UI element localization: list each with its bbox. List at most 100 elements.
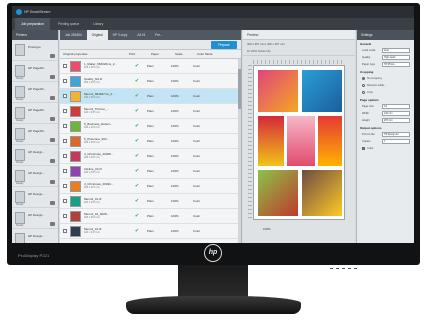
row-file-size: 420 x 297 mm <box>84 216 100 219</box>
table-row[interactable]: 5_Business_Defect... 420 x 297 mm ✔ Plain 10… <box>60 119 241 134</box>
radio-button[interactable] <box>362 84 365 87</box>
print-check-icon[interactable]: ✔ <box>127 228 147 234</box>
monitor-buttons[interactable] <box>330 256 360 274</box>
row-checkbox[interactable] <box>63 154 67 158</box>
settings-field[interactable]: High detail <box>382 55 410 60</box>
zoom-level[interactable]: 100% <box>263 227 271 231</box>
sidebar-item-label: HP PageWi... <box>28 87 46 91</box>
table-row[interactable]: Menu1_10.tif 420 x 297 mm ✔ Plain 100% Color <box>60 224 241 239</box>
table-row[interactable]: Lifeline_04.tif 420 x 297 mm ✔ Plain 100% Col… <box>60 164 241 179</box>
tab-pre[interactable]: Pre... <box>150 30 168 40</box>
settings-field[interactable]: HP Photo... <box>382 62 410 67</box>
radio-button[interactable] <box>362 77 365 80</box>
tab-a4[interactable]: A4 Hi <box>132 30 150 40</box>
sidebar-item-printer[interactable]: HP Design...Ready <box>12 145 58 166</box>
print-check-icon[interactable]: ✔ <box>127 213 147 219</box>
tab-job[interactable]: Job 283454 <box>60 30 87 40</box>
printer-icon <box>15 212 25 224</box>
print-check-icon[interactable]: ✔ <box>127 183 147 189</box>
sidebar-item-printer[interactable]: HP PageWi... Ready <box>12 103 58 124</box>
print-check-icon[interactable]: ✔ <box>127 198 147 204</box>
row-scale: 100% <box>171 79 179 83</box>
col-color[interactable]: Color Mode <box>194 50 224 58</box>
tab-job-preparation[interactable]: Job preparation <box>15 18 50 30</box>
preview-toolbar[interactable]: Fit 100% Rotate Flip <box>243 48 355 56</box>
row-scale: 100% <box>171 154 179 158</box>
row-thumbnail <box>70 75 81 87</box>
row-checkbox[interactable] <box>63 94 67 98</box>
radio-button[interactable] <box>362 91 365 94</box>
print-check-icon[interactable]: ✔ <box>127 168 147 174</box>
row-name-cell: Menu3_01.tif 420 x 297 mm <box>81 197 127 205</box>
settings-field[interactable]: 1 <box>382 139 410 144</box>
prepare-button[interactable]: Prepare <box>211 41 237 49</box>
queue-badge <box>50 54 55 58</box>
queue-badge <box>50 201 55 205</box>
settings-section-heading[interactable]: Output options <box>357 124 414 131</box>
row-file-size: 420 x 297 mm <box>84 126 100 129</box>
table-row[interactable]: 4_Christmas_49468... 420 x 297 mm ✔ Plain 10… <box>60 149 241 164</box>
row-file-size: 420 x 297 mm <box>84 186 100 189</box>
row-checkbox[interactable] <box>63 79 67 83</box>
sidebar-item-printer[interactable]: HP PageWi... Ready <box>12 124 58 145</box>
row-checkbox[interactable] <box>63 169 67 173</box>
sidebar-item-printer[interactable]: HP Design...Ready <box>12 229 58 243</box>
table-row[interactable]: 4_Christmas_49494... 420 x 297 mm ✔ Plain 10… <box>60 179 241 194</box>
preview-sheet[interactable] <box>253 65 345 220</box>
sidebar-item-printer[interactable]: HP PageWi... Ready <box>12 82 58 103</box>
col-original[interactable]: Original properties <box>60 50 126 58</box>
print-check-icon[interactable]: ✔ <box>127 153 147 159</box>
table-row[interactable]: 1_Mailer_684926mx_2... 420 x 297 mm ✔ Plain… <box>60 59 241 74</box>
row-thumbnail <box>70 105 81 117</box>
print-check-icon[interactable]: ✔ <box>127 123 147 129</box>
table-row[interactable]: Quality_6i2.tif 420 x 297 mm ✔ Plain 100% Col… <box>60 74 241 89</box>
col-print[interactable]: Print <box>126 50 148 58</box>
settings-section-heading[interactable]: Cropping <box>357 68 414 75</box>
row-checkbox[interactable] <box>63 109 67 113</box>
row-checkbox[interactable] <box>63 214 67 218</box>
sidebar-item-printer[interactable]: HP Design...Ready <box>12 166 58 187</box>
checkbox[interactable] <box>362 147 365 150</box>
settings-field[interactable]: 210 mm <box>382 111 410 116</box>
tab-printing-queue[interactable]: Printing queue <box>52 18 85 30</box>
row-checkbox[interactable] <box>63 124 67 128</box>
sidebar-item-label: HP Design... <box>28 213 45 217</box>
row-checkbox[interactable] <box>63 184 67 188</box>
table-row[interactable]: Menu1_684927mx_2... 420 x 297 mm ✔ Plain 100… <box>60 89 241 104</box>
scrollbar-thumb[interactable] <box>238 69 241 109</box>
print-check-icon[interactable]: ✔ <box>127 63 147 69</box>
tab-original[interactable]: Original <box>86 30 108 40</box>
table-row[interactable]: 5_Pinecone_304... 420 x 297 mm ✔ Plain 100% C… <box>60 134 241 149</box>
queue-badge <box>50 159 55 163</box>
print-check-icon[interactable]: ✔ <box>127 138 147 144</box>
sidebar-item-printer[interactable]: HP Design...Ready <box>12 208 58 229</box>
col-paper[interactable]: Paper <box>148 50 172 58</box>
settings-field[interactable]: A4 <box>382 104 410 109</box>
print-check-icon[interactable]: ✔ <box>127 108 147 114</box>
row-checkbox[interactable] <box>63 199 67 203</box>
table-scrollbar[interactable] <box>238 59 241 243</box>
sidebar-item-printer[interactable]: Prototype <box>12 40 58 61</box>
row-checkbox[interactable] <box>63 229 67 233</box>
settings-section-heading[interactable]: General <box>357 40 414 47</box>
settings-title: Settings <box>357 30 414 40</box>
printer-icon <box>15 128 25 140</box>
tab-copy[interactable]: HP 3 copy <box>108 30 133 40</box>
table-row[interactable]: Menu3_01.tif 420 x 297 mm ✔ Plain 100% Color <box>60 194 241 209</box>
print-check-icon[interactable]: ✔ <box>127 78 147 84</box>
job-rows: 1_Mailer_684926mx_2... 420 x 297 mm ✔ Plain… <box>60 59 241 239</box>
settings-section-heading[interactable]: Page options <box>357 96 414 103</box>
print-check-icon[interactable]: ✔ <box>127 93 147 99</box>
col-scale[interactable]: Scale <box>172 50 194 58</box>
row-checkbox[interactable] <box>63 64 67 68</box>
row-checkbox[interactable] <box>63 139 67 143</box>
sidebar-item-printer[interactable]: HP PageWi... Ready <box>12 61 58 82</box>
row-color-mode: Color <box>193 199 201 203</box>
settings-field[interactable]: 297 mm <box>382 118 410 123</box>
table-row[interactable]: Menu1_Thinner_... 420 x 297 mm ✔ Plain 100% C… <box>60 104 241 119</box>
settings-field[interactable]: Auto <box>382 48 410 53</box>
tab-library[interactable]: Library <box>87 18 109 30</box>
settings-field[interactable]: HP DesignJet <box>382 132 410 137</box>
sidebar-item-printer[interactable]: HP Design...Ready <box>12 187 58 208</box>
table-row[interactable]: Menu1_01_b008... 420 x 297 mm ✔ Plain 100% Co… <box>60 209 241 224</box>
